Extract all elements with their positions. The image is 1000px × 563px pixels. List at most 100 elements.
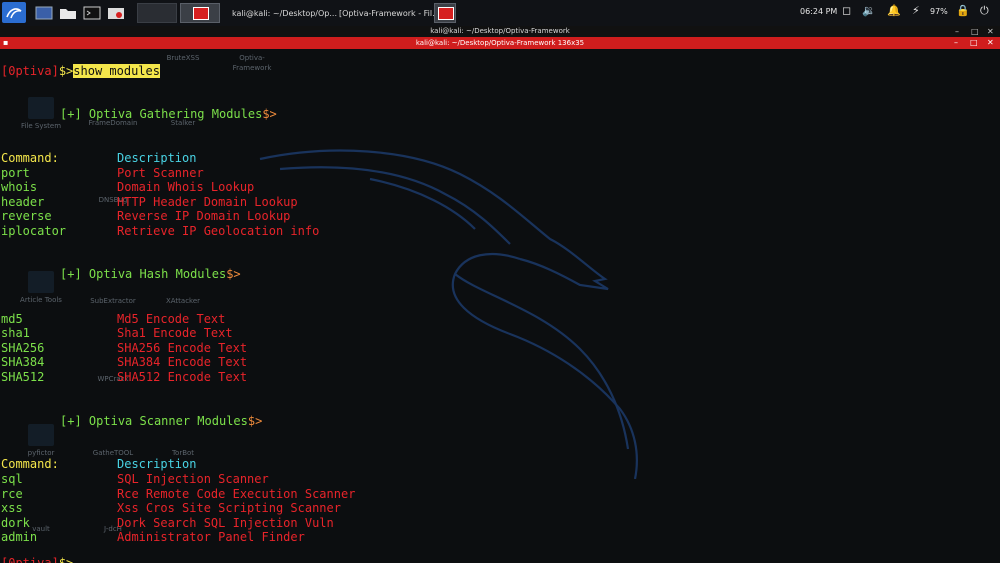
window-title: kali@kali: ~/Desktop/Optiva-Framework (430, 27, 570, 35)
module-description: SQL Injection Scanner (117, 472, 269, 486)
terminal-title-bar[interactable]: ▪ kali@kali: ~/Desktop/Optiva-Framework … (0, 37, 1000, 49)
module-command: dork (1, 516, 30, 530)
desktop-icon-label: Optiva- (239, 54, 265, 62)
taskbar-terminal-window[interactable]: kali@kali: ~/Desktop/Op... (226, 3, 338, 23)
workspace-2[interactable] (180, 3, 220, 23)
prompt-bracket-close: ] (51, 556, 59, 563)
desktop-icon-label: GatheTOOL (92, 449, 134, 457)
next-prompt-line: [0ptiva]$> (1, 556, 73, 563)
notification-bell-icon[interactable]: 🔔 (887, 4, 901, 17)
section-header-hash: [+] Optiva Hash Modules$> (60, 267, 241, 281)
terminal-area[interactable]: File System FrameDomain Stalker BruteXSS… (0, 49, 1000, 563)
minimize-button[interactable]: – (955, 26, 959, 37)
kali-dragon-wallpaper (259, 149, 638, 479)
desktop-icon-subextractor: SubExtractor (78, 297, 148, 305)
module-description: HTTP Header Domain Lookup (117, 195, 298, 209)
module-description: Administrator Panel Finder (117, 530, 305, 544)
prompt-name: 0ptiva (8, 556, 52, 563)
kali-menu-button[interactable] (2, 2, 26, 23)
desktop-icon (35, 6, 53, 19)
file-manager-launcher[interactable] (56, 2, 80, 23)
top-panel: kali@kali: ~/Desktop/Op... [Optiva-Frame… (0, 0, 1000, 26)
module-description: Reverse IP Domain Lookup (117, 209, 291, 223)
desktop-icon-label: Framework (232, 64, 272, 72)
column-header-command: Command: (1, 151, 59, 165)
desktop-icon-label: XAttacker (165, 297, 201, 305)
desktop-icon-pyfictor: pyfictor (6, 424, 76, 457)
desktop-icon-xattacker: XAttacker (148, 297, 218, 305)
module-description: Domain Whois Lookup (117, 180, 255, 194)
header-prefix: [+] (60, 107, 82, 121)
module-description: SHA256 Encode Text (117, 341, 248, 355)
header-title: Optiva Hash Modules (88, 267, 227, 281)
module-command: reverse (1, 209, 52, 223)
module-command: SHA384 (1, 355, 45, 369)
module-description: Sha1 Encode Text (117, 326, 233, 340)
screen-recorder-launcher[interactable] (104, 2, 128, 23)
workspace-window-thumbnail (193, 7, 209, 20)
prompt-bracket-close: ] (51, 64, 59, 78)
desktop-icon-label: pyfictor (27, 449, 55, 457)
typed-command: show modules (73, 64, 160, 78)
prompt-symbol: $> (58, 64, 74, 78)
recorder-icon (108, 7, 124, 19)
terminal-close-button[interactable]: ✕ (987, 37, 994, 49)
clock[interactable]: 06:24 PM (800, 7, 837, 16)
terminal-icon (83, 6, 101, 19)
section-header-scanner: [+] Optiva Scanner Modules$> (60, 414, 262, 428)
workspace-3[interactable] (434, 3, 456, 23)
maximize-button[interactable]: □ (971, 26, 979, 37)
desktop-icon-brutexss: BruteXSS (148, 54, 218, 62)
taskbar-file-manager-label: [Optiva-Framework - Fil... (339, 8, 440, 18)
terminal-maximize-button[interactable]: □ (970, 37, 978, 49)
module-description: Dork Search SQL Injection Vuln (117, 516, 334, 530)
power-icon[interactable]: ⏻ (980, 4, 989, 18)
terminal-minimize-button[interactable]: – (954, 37, 958, 49)
kali-logo-icon (6, 8, 22, 19)
module-command: rce (1, 487, 23, 501)
section-header-gathering: [+] Optiva Gathering Modules$> (60, 107, 277, 121)
module-command: header (1, 195, 45, 209)
folder-icon (60, 8, 76, 19)
module-description: Xss Cros Site Scripting Scanner (117, 501, 341, 515)
window-square-icon[interactable]: ◻ (842, 4, 851, 17)
taskbar-file-manager-window[interactable]: [Optiva-Framework - Fil... (333, 3, 440, 23)
module-description: Md5 Encode Text (117, 312, 226, 326)
lock-icon[interactable]: 🔒 (956, 4, 970, 17)
desktop-icon-optiva: Optiva- (217, 54, 287, 62)
desktop-icon-label: File System (20, 122, 62, 130)
module-command: sql (1, 472, 23, 486)
desktop-icon-label: SubExtractor (90, 297, 136, 305)
module-description: SHA384 Encode Text (117, 355, 248, 369)
desktop-icon-label: BruteXSS (166, 54, 200, 62)
taskbar-terminal-label: kali@kali: ~/Desktop/Op... (232, 8, 338, 18)
header-suffix: $> (247, 414, 263, 428)
workspace-window-thumbnail (438, 7, 454, 20)
module-description: Retrieve IP Geolocation info (117, 224, 320, 238)
module-description: SHA512 Encode Text (117, 370, 248, 384)
window-title-bar[interactable]: kali@kali: ~/Desktop/Optiva-Framework – … (0, 26, 1000, 37)
battery-charging-icon[interactable]: ⚡ (912, 4, 920, 17)
terminal-launcher[interactable] (80, 2, 104, 23)
header-prefix: [+] (60, 414, 82, 428)
column-header-command: Command: (1, 457, 59, 471)
module-command: md5 (1, 312, 23, 326)
header-suffix: $> (226, 267, 241, 281)
workspace-1[interactable] (137, 3, 177, 23)
terminal-title: kali@kali: ~/Desktop/Optiva-Framework 13… (415, 39, 585, 47)
header-title: Optiva Scanner Modules (88, 414, 248, 428)
prompt-symbol: $> (58, 556, 74, 563)
module-command: port (1, 166, 30, 180)
header-suffix: $> (262, 107, 277, 121)
prompt-line: [0ptiva]$>show modules (1, 64, 160, 78)
header-prefix: [+] (60, 267, 82, 281)
module-command: SHA512 (1, 370, 45, 384)
desktop-icon-gathetool: GatheTOOL (78, 449, 148, 457)
show-desktop-button[interactable] (32, 2, 56, 23)
volume-icon[interactable]: 🔉 (862, 4, 876, 17)
terminal-menu-icon[interactable]: ▪ (3, 37, 8, 49)
module-description: Port Scanner (117, 166, 204, 180)
close-button[interactable]: ✕ (987, 26, 994, 37)
module-command: whois (1, 180, 38, 194)
prompt-name: 0ptiva (8, 64, 52, 78)
